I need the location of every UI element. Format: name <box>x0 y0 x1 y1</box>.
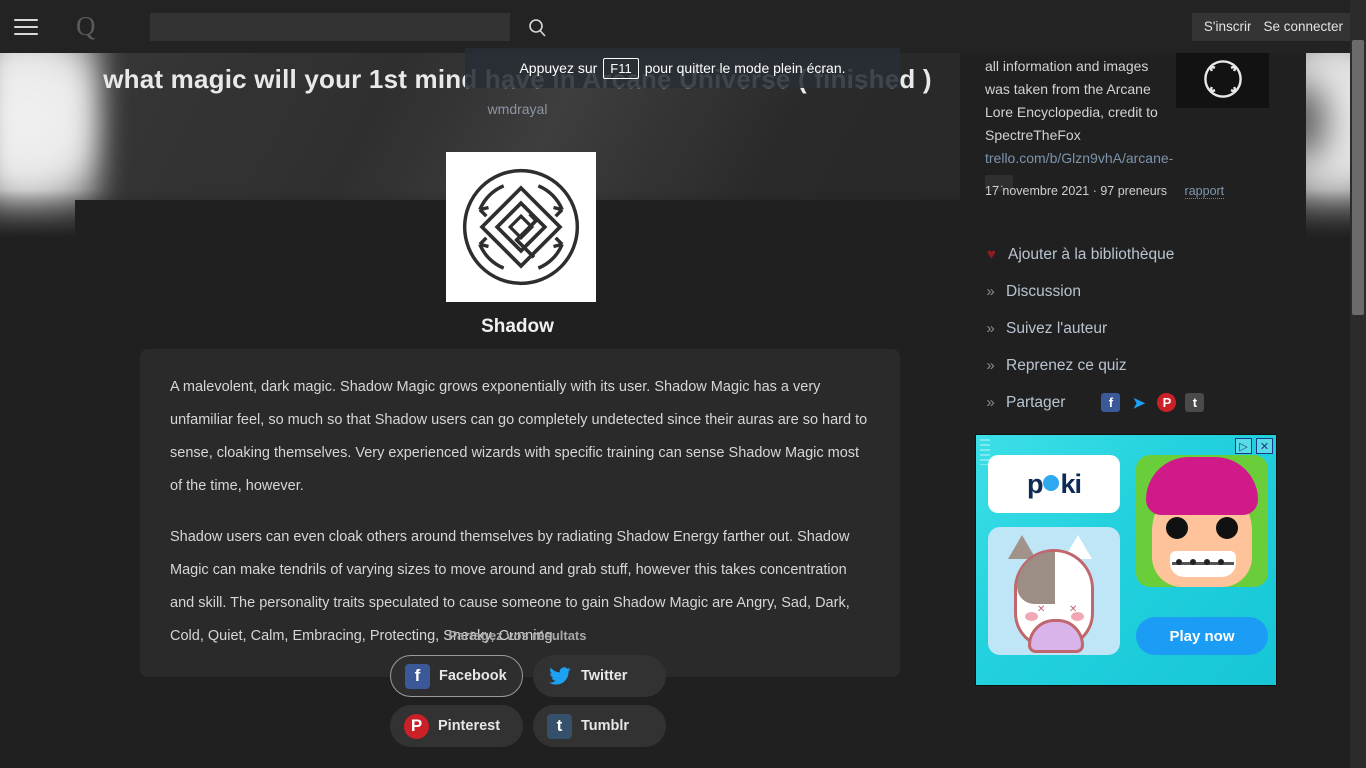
sidebar-external-link[interactable]: trello.com/b/Glzn9vhA/arcane- <box>985 147 1285 170</box>
share-button-label: Tumblr <box>581 718 630 734</box>
chevron-icon: » <box>986 394 995 411</box>
sidebar-item-label: Partager <box>1006 393 1066 411</box>
twitter-icon[interactable]: ➤ <box>1129 393 1148 412</box>
share-results-heading: Partagez vos résultats <box>448 628 587 643</box>
quiz-meta: 17 novembre 2021 · 97 preneurs rapport <box>985 184 1225 199</box>
advertisement-banner[interactable]: ▷ ✕ p ki ✕ ✕ Play now <box>975 434 1277 686</box>
share-pinterest-button[interactable]: P Pinterest <box>390 705 523 747</box>
toast-text-before: Appuyez sur <box>519 60 598 76</box>
facebook-icon: f <box>405 663 430 689</box>
ad-play-now-button[interactable]: Play now <box>1136 617 1268 655</box>
close-ad-icon[interactable]: ✕ <box>1256 438 1273 454</box>
login-button[interactable]: Se connecter <box>1251 13 1355 41</box>
adchoices-icon[interactable]: ▷ <box>1235 438 1252 454</box>
sidebar-item-follow-author[interactable]: » Suivez l'auteur <box>985 310 1285 347</box>
sidebar-quiz-info: all information and images was taken fro… <box>985 55 1285 192</box>
hamburger-menu-icon[interactable] <box>14 14 38 38</box>
search-icon[interactable] <box>527 17 549 39</box>
share-button-label: Pinterest <box>438 718 501 734</box>
sidebar-description: all information and images was taken fro… <box>985 58 1158 143</box>
share-button-label: Twitter <box>581 668 628 684</box>
result-title: Shadow <box>481 316 554 337</box>
chevron-icon: » <box>986 357 995 374</box>
facebook-icon[interactable]: f <box>1101 393 1121 412</box>
sidebar-item-share: » Partager f ➤ P t <box>985 384 1285 421</box>
share-results-buttons: f Facebook Twitter P Pinterest t Tumblr <box>390 655 690 747</box>
quiz-author-link[interactable]: wmdrayal <box>75 101 960 117</box>
ad-brand-name: p ki <box>1026 468 1082 499</box>
top-navigation-bar: Q S'inscrire Se connecter <box>0 0 1366 53</box>
twitter-icon <box>547 664 572 689</box>
sidebar-mini-share-icons: f ➤ P t <box>1101 393 1205 412</box>
quiz-date-takers: 17 novembre 2021 · 97 preneurs <box>985 184 1168 198</box>
pinterest-icon[interactable]: P <box>1157 393 1177 412</box>
brand-logo[interactable]: Q <box>76 12 96 41</box>
share-button-label: Facebook <box>439 668 507 684</box>
share-facebook-button[interactable]: f Facebook <box>390 655 523 697</box>
scrollbar-thumb[interactable] <box>1352 40 1364 315</box>
result-image <box>446 152 596 302</box>
share-tumblr-button[interactable]: t Tumblr <box>533 705 666 747</box>
chevron-icon: » <box>986 320 995 337</box>
ad-game-thumb-face <box>1136 455 1268 587</box>
shadow-sigil-icon <box>462 168 580 286</box>
ad-game-thumb-cat: ✕ ✕ <box>988 527 1120 655</box>
toast-text-after: pour quitter le mode plein écran. <box>644 60 846 76</box>
chevron-icon: » <box>986 283 995 300</box>
page-scrollbar[interactable] <box>1350 0 1366 768</box>
pinterest-icon: P <box>404 713 429 739</box>
share-twitter-button[interactable]: Twitter <box>533 655 666 697</box>
ad-brand-logo: p ki <box>988 455 1120 513</box>
tumblr-icon[interactable]: t <box>1185 393 1205 412</box>
report-link[interactable]: rapport <box>1184 184 1225 199</box>
sidebar-item-discussion[interactable]: » Discussion <box>985 273 1285 310</box>
f11-key-badge: F11 <box>603 57 639 79</box>
sidebar-item-label: Ajouter à la bibliothèque <box>1008 245 1175 263</box>
tumblr-icon: t <box>547 713 572 739</box>
sidebar-item-label: Suivez l'auteur <box>1006 319 1108 337</box>
page-root: Q S'inscrire Se connecter what magic wil… <box>0 0 1366 768</box>
ad-controls: ▷ ✕ <box>1235 438 1273 454</box>
sidebar-action-links: ♥ Ajouter à la bibliothèque » Discussion… <box>985 236 1285 421</box>
sidebar-item-retake-quiz[interactable]: » Reprenez ce quiz <box>985 347 1285 384</box>
sidebar-item-add-library[interactable]: ♥ Ajouter à la bibliothèque <box>985 236 1285 273</box>
sidebar-item-label: Discussion <box>1006 282 1081 300</box>
sidebar-item-label: Reprenez ce quiz <box>1006 356 1127 374</box>
result-paragraph-1: A malevolent, dark magic. Shadow Magic g… <box>170 379 868 494</box>
heart-icon: ♥ <box>987 246 996 263</box>
fullscreen-exit-toast: Appuyez sur F11 pour quitter le mode ple… <box>465 48 900 88</box>
search-input[interactable] <box>150 13 510 41</box>
